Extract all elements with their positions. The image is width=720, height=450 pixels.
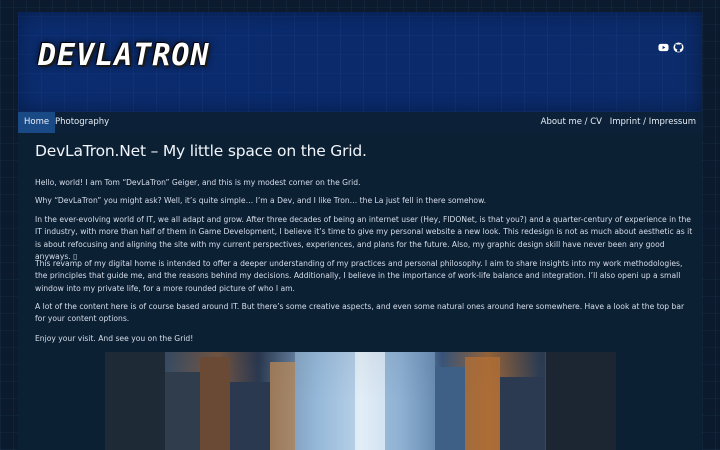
intro-paragraph: Hello, world! I am Tom “DevLaTron” Geige… <box>35 178 361 187</box>
site-logo[interactable]: DEVLATRON <box>38 38 210 73</box>
experience-paragraph: In the ever-evolving world of IT, we all… <box>35 215 693 262</box>
page-title: DevLaTron.Net – My little space on the G… <box>35 142 367 160</box>
name-paragraph: Why “DevLaTron” you might ask? Well, it’… <box>35 196 486 205</box>
social-links <box>658 38 684 53</box>
top-nav: Home Photography About me / CV Imprint /… <box>18 112 702 133</box>
header-banner: DEVLATRON <box>18 12 702 112</box>
content-paragraph: A lot of the content here is of course b… <box>35 302 685 324</box>
main-content: DevLaTron.Net – My little space on the G… <box>18 133 702 450</box>
nav-photography[interactable]: Photography <box>49 112 115 133</box>
youtube-icon[interactable] <box>658 38 669 52</box>
github-icon[interactable] <box>673 38 684 53</box>
nav-imprint[interactable]: Imprint / Impressum <box>604 112 702 133</box>
nav-about-cv[interactable]: About me / CV <box>535 112 608 133</box>
closing-paragraph: Enjoy your visit. And see you on the Gri… <box>35 334 194 343</box>
revamp-paragraph: This revamp of my digital home is intend… <box>35 259 683 293</box>
hero-cityscape-image <box>105 352 616 450</box>
